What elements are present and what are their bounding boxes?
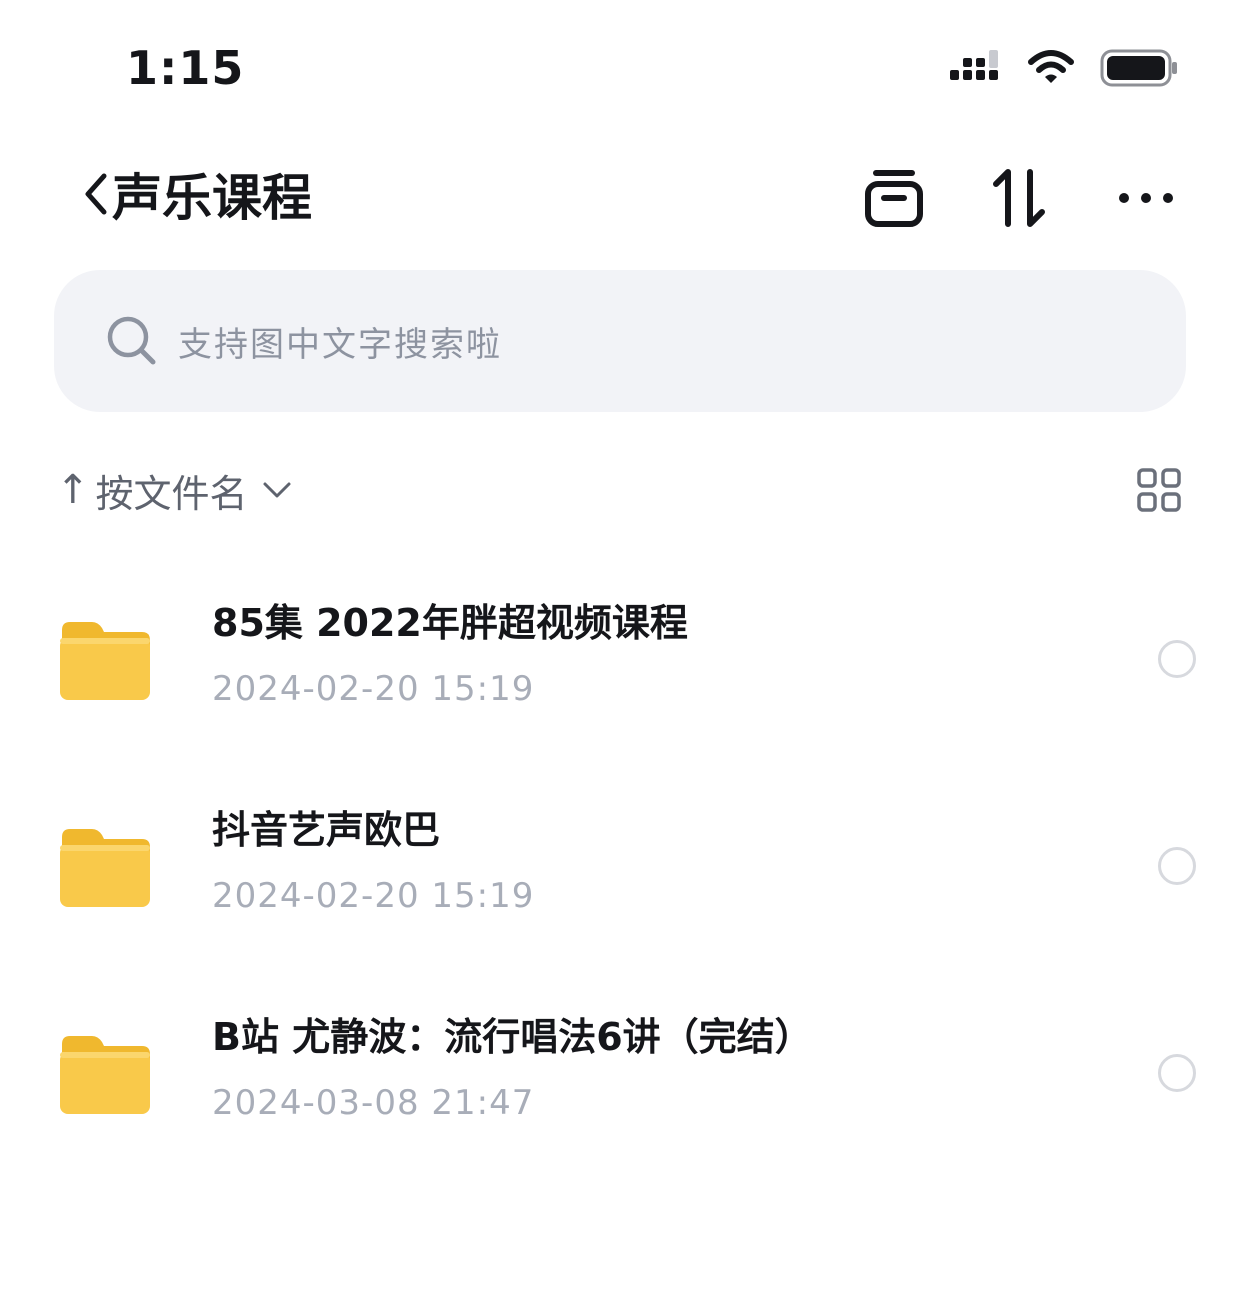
select-radio[interactable] [1158,1054,1196,1092]
list-item[interactable]: 抖音艺声欧巴 2024-02-20 15:19 [0,777,1242,957]
file-date: 2024-02-20 15:19 [212,669,535,709]
cellular-signal-icon [950,50,998,80]
status-time: 1:15 [126,41,245,95]
file-name: 抖音艺声欧巴 [212,808,441,852]
file-date: 2024-03-08 21:47 [212,1083,535,1123]
folder-icon [60,622,150,700]
page-title: 声乐课程 [112,169,312,227]
select-radio[interactable] [1158,640,1196,678]
more-icon[interactable] [1116,166,1176,230]
grid-view-icon[interactable] [1136,467,1182,513]
list-item[interactable]: B站 尤静波：流行唱法6讲（完结） 2024-03-08 21:47 [0,984,1242,1164]
chevron-down-icon [263,482,291,498]
status-icons [950,46,1178,90]
file-date: 2024-02-20 15:19 [212,876,535,916]
battery-icon [1100,49,1177,87]
sort-arrows-icon[interactable] [992,166,1048,230]
search-placeholder: 支持图中文字搜索啦 [178,324,502,365]
sort-label: 按文件名 [95,471,248,516]
select-radio[interactable] [1158,847,1196,885]
sort-selector[interactable]: ↑ 按文件名 [56,462,292,518]
folder-icon [60,829,150,907]
file-name: 85集 2022年胖超视频课程 [212,601,688,645]
search-icon [107,316,156,365]
sort-up-arrow-icon: ↑ [56,467,90,513]
archive-icon[interactable] [864,166,924,230]
wifi-icon [1028,50,1074,83]
list-item[interactable]: 85集 2022年胖超视频课程 2024-02-20 15:19 [0,570,1242,750]
folder-icon [60,1036,150,1114]
file-name: B站 尤静波：流行唱法6讲（完结） [212,1015,813,1059]
search-bar[interactable]: 支持图中文字搜索啦 [54,270,1186,412]
